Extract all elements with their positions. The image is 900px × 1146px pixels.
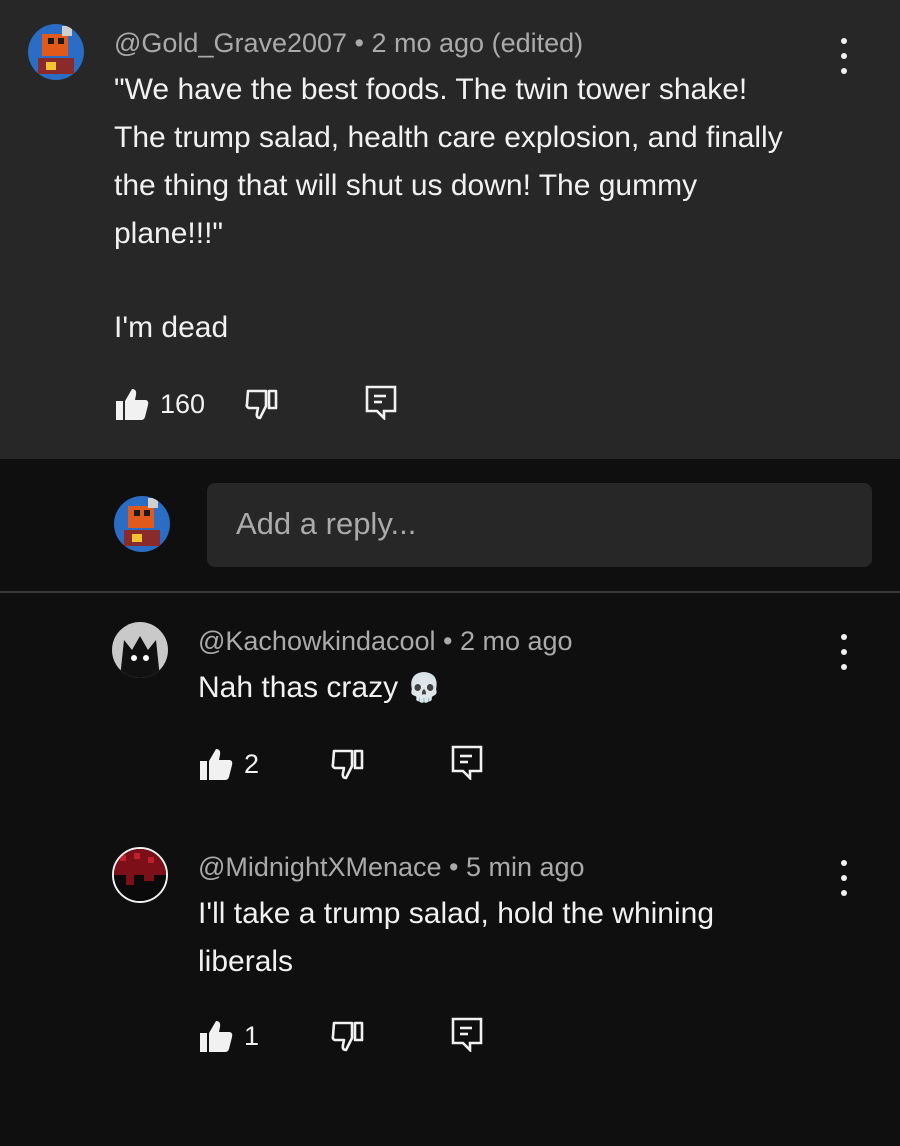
comment-text-line: I'm dead: [114, 311, 229, 344]
comment-text-line: The trump salad, health care explosion, …: [114, 121, 783, 154]
comment-text-line: I'll take a trump salad, hold the whinin…: [198, 897, 715, 930]
author-handle[interactable]: @Kachowkindacool: [198, 626, 436, 656]
thumbs-down-icon[interactable]: [330, 746, 366, 782]
thumbs-up-icon[interactable]: [114, 386, 150, 422]
comment-header: @Kachowkindacool • 2 mo ago: [198, 626, 573, 657]
like-count: 1: [244, 1021, 260, 1051]
author-handle[interactable]: @Gold_Grave2007: [114, 28, 347, 58]
comment-body: Nah thas crazy 💀: [198, 664, 441, 712]
comment-header: @MidnightXMenace • 5 min ago: [198, 852, 585, 883]
like-count: 2: [244, 749, 260, 779]
divider: [0, 591, 900, 593]
comment-header: @Gold_Grave2007 • 2 mo ago (edited): [114, 28, 583, 59]
comment-timestamp: • 2 mo ago (edited): [347, 28, 584, 58]
avatar-image: [112, 622, 168, 678]
comment-text-line: plane!!!": [114, 217, 224, 250]
thumbs-up-icon[interactable]: [198, 1018, 234, 1054]
comment-timestamp: • 5 min ago: [441, 852, 585, 882]
reply-comment-icon[interactable]: [450, 744, 484, 782]
comment-timestamp: • 2 mo ago: [435, 626, 573, 656]
like-count: 160: [160, 389, 206, 419]
avatar-image: [114, 496, 170, 552]
thumbs-up-icon[interactable]: [198, 746, 234, 782]
author-handle[interactable]: @MidnightXMenace: [198, 852, 442, 882]
reply-comment-icon[interactable]: [450, 1016, 484, 1054]
skull-emoji: 💀: [406, 671, 442, 704]
avatar-image: [28, 24, 84, 80]
comment-body: I'll take a trump salad, hold the whinin…: [198, 890, 858, 986]
comment-text-line: Nah thas crazy: [198, 671, 399, 704]
thumbs-down-icon[interactable]: [244, 386, 280, 422]
avatar: [114, 496, 170, 552]
comment-text-line: liberals: [198, 945, 294, 978]
avatar[interactable]: [28, 24, 84, 80]
reply-input-placeholder: Add a reply...: [236, 506, 417, 541]
comment-text-line: "We have the best foods. The twin tower …: [114, 73, 748, 106]
reply-comment-icon[interactable]: [364, 384, 398, 422]
more-vert-icon[interactable]: [829, 634, 859, 670]
comment-body: "We have the best foods. The twin tower …: [114, 66, 874, 258]
avatar[interactable]: [112, 622, 168, 678]
thumbs-down-icon[interactable]: [330, 1018, 366, 1054]
comment-text-line: the thing that will shut us down! The gu…: [114, 169, 698, 202]
avatar-image: [114, 849, 166, 901]
avatar[interactable]: [112, 847, 168, 903]
